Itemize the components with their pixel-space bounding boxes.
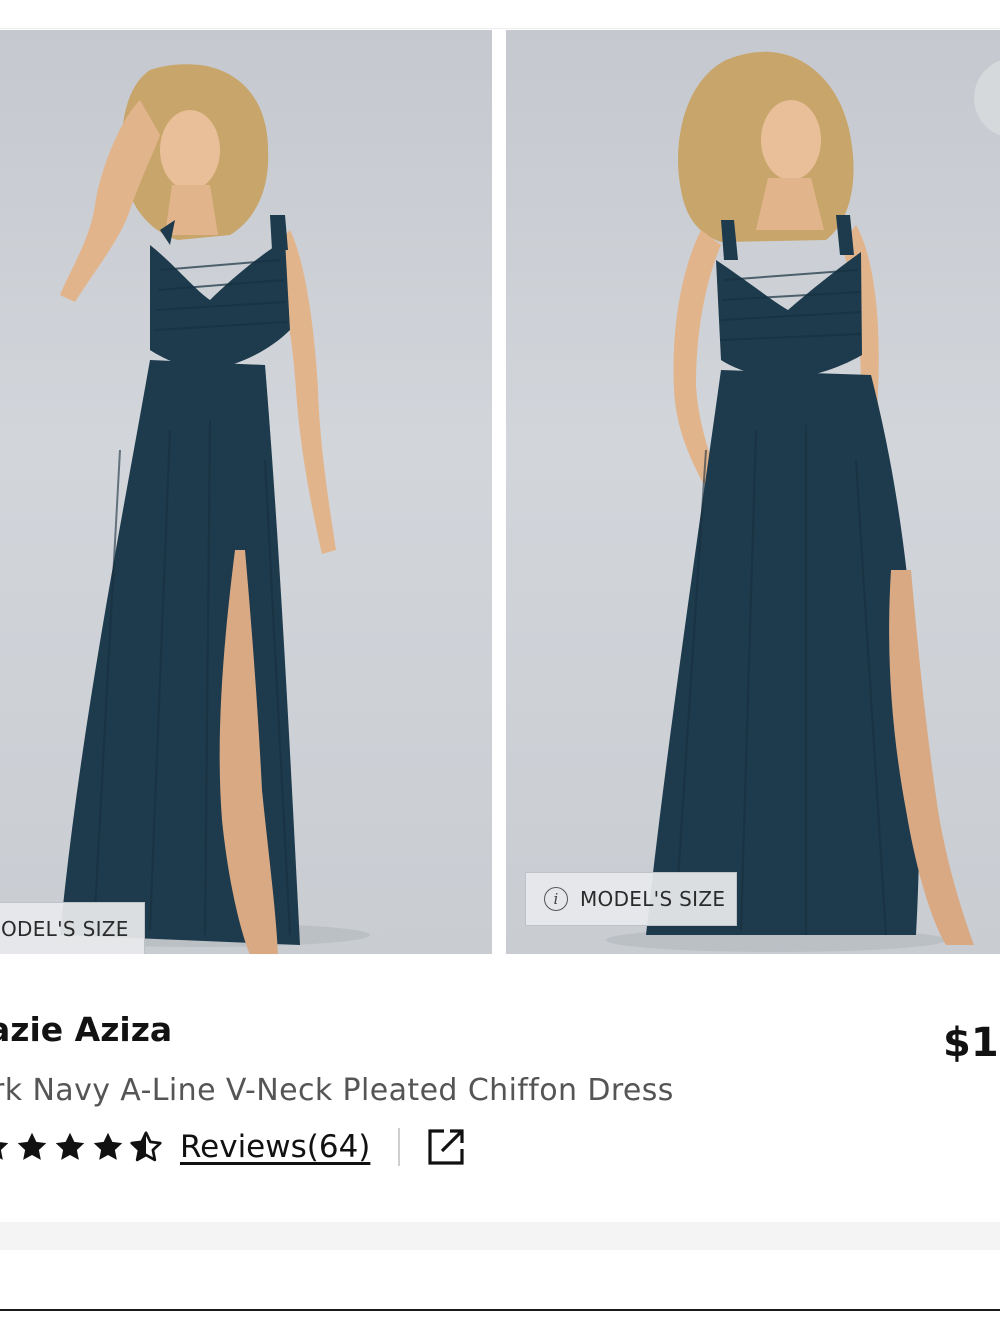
bottom-border [0, 1309, 1000, 1311]
star-icon [93, 1132, 123, 1160]
models-size-badge[interactable]: i MODEL'S SIZE [525, 872, 737, 926]
models-size-label: MODEL'S SIZE [580, 887, 726, 911]
rating-row: Reviews(64) [0, 1124, 466, 1170]
models-size-badge[interactable]: ODEL'S SIZE [0, 902, 145, 954]
divider [398, 1128, 401, 1166]
star-icon [17, 1132, 47, 1160]
model-photo-illustration [606, 51, 974, 952]
product-price: $12 [943, 1020, 1000, 1066]
half-star-icon [130, 1131, 162, 1162]
models-size-label: ODEL'S SIZE [1, 917, 129, 941]
product-title: rk Navy A-Line V-Neck Pleated Chiffon Dr… [0, 1073, 674, 1108]
info-icon: i [544, 887, 568, 911]
external-link-icon[interactable] [426, 1127, 466, 1167]
model-photo-illustration [30, 64, 370, 954]
reviews-link[interactable]: Reviews(64) [180, 1129, 370, 1165]
product-image-side[interactable] [506, 30, 1000, 954]
star-icon [55, 1132, 85, 1160]
brand-name: azie Aziza [0, 1010, 173, 1049]
star-rating [0, 1129, 166, 1165]
product-page: ODEL'S SIZE i MODEL'S SIZE azie Aziza $1… [0, 0, 1000, 1333]
star-icon [0, 1142, 9, 1160]
top-bar [0, 0, 1000, 29]
section-separator [0, 1222, 1000, 1250]
product-image-front[interactable]: ODEL'S SIZE [0, 30, 492, 954]
